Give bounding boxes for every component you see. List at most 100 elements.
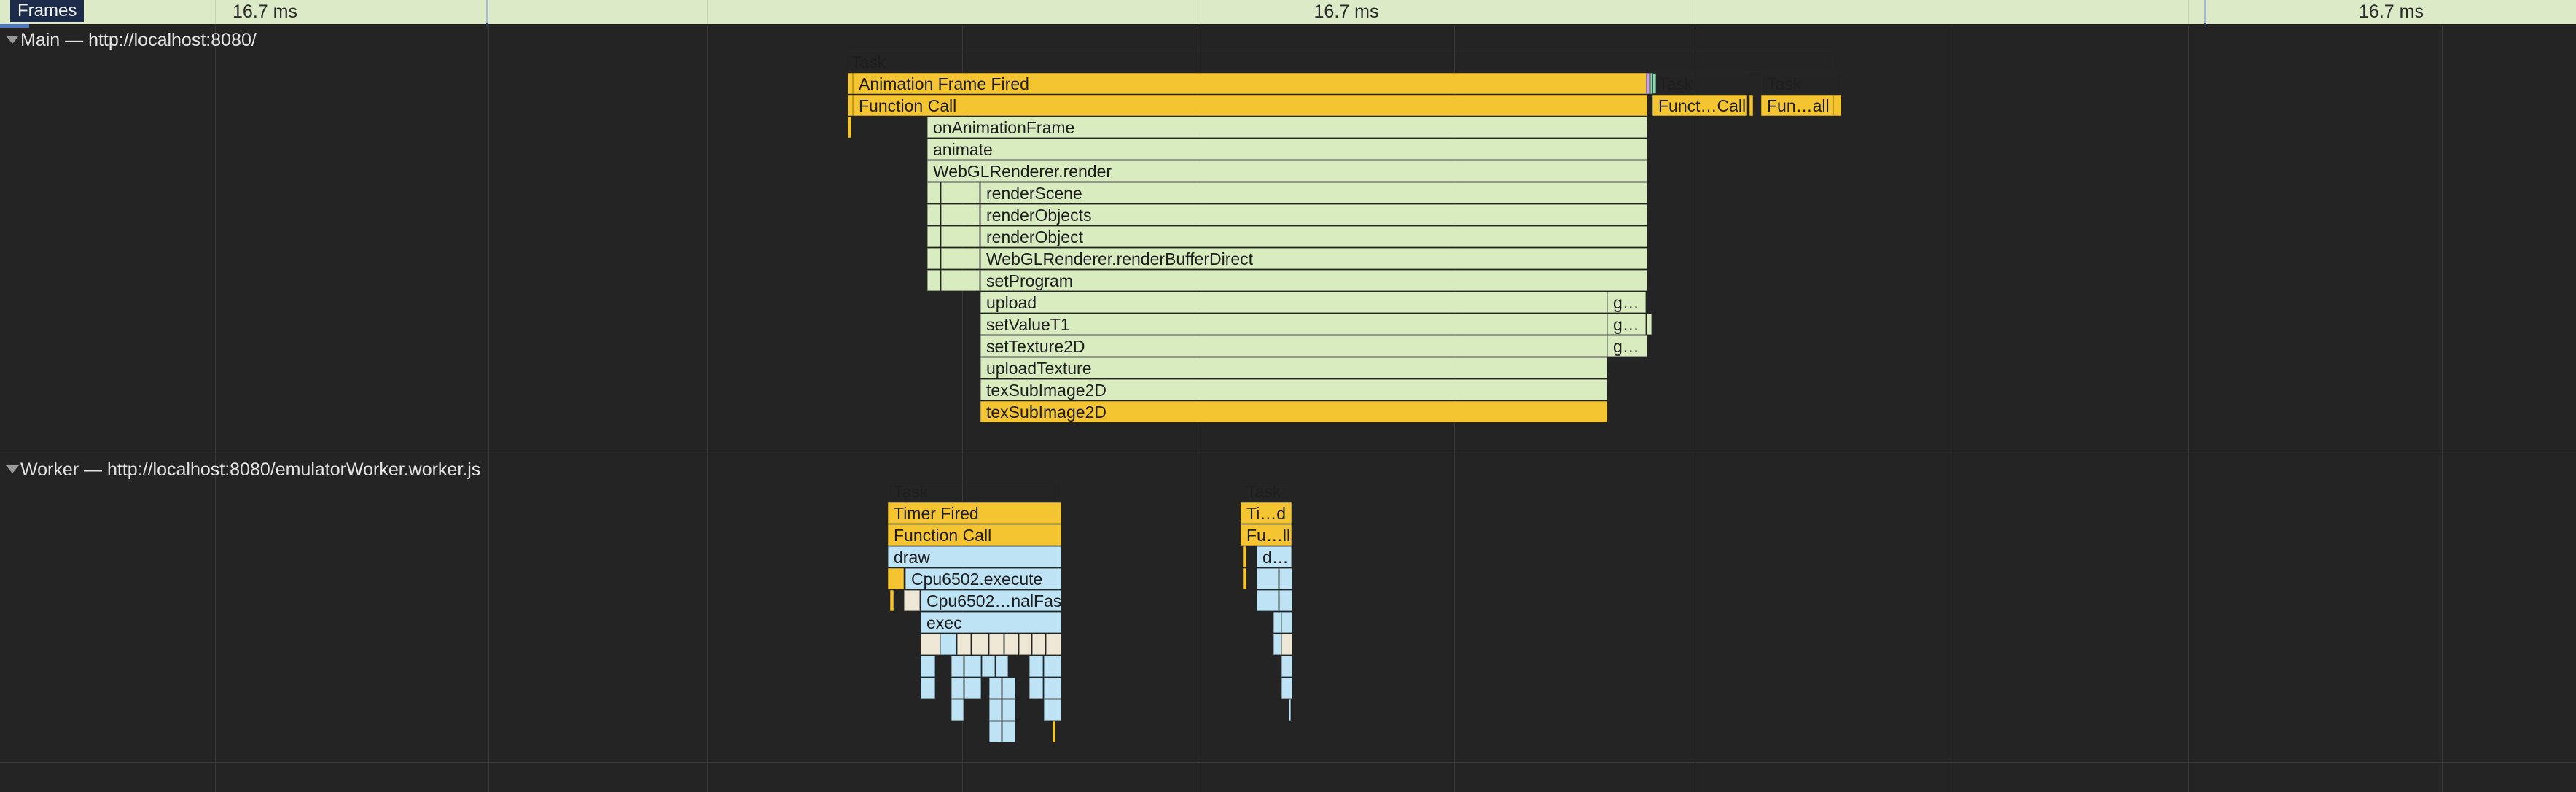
- flame-bar-sliver[interactable]: [1044, 656, 1061, 677]
- track-header-main[interactable]: Main — http://localhost:8080/: [0, 28, 257, 53]
- flame-bar-sliver[interactable]: [1647, 314, 1652, 335]
- flame-bar-sliver[interactable]: [972, 634, 988, 655]
- flame-bar[interactable]: exec: [921, 612, 1061, 633]
- flame-bar-sliver[interactable]: [1032, 634, 1045, 655]
- flame-bar-sliver[interactable]: [941, 204, 980, 225]
- flame-bar-sliver[interactable]: [848, 95, 853, 116]
- flame-bar-sliver[interactable]: [1044, 699, 1061, 721]
- flame-bar-sliver[interactable]: [964, 656, 981, 677]
- flame-bar-sliver[interactable]: [1257, 590, 1279, 611]
- flame-bar[interactable]: Function Call: [853, 95, 1647, 116]
- flame-bar[interactable]: setProgram: [980, 270, 1647, 291]
- flame-bar[interactable]: draw: [888, 546, 1061, 567]
- flame-bar-sliver[interactable]: [1046, 634, 1061, 655]
- flame-bar[interactable]: Timer Fired: [888, 502, 1061, 524]
- flame-bar-sliver[interactable]: [951, 678, 964, 699]
- flame-bar-sliver[interactable]: [1002, 699, 1015, 721]
- flame-bar-sliver[interactable]: [1749, 95, 1753, 116]
- flame-bar-sliver[interactable]: [996, 656, 1008, 677]
- flame-bar[interactable]: uploadTexture: [980, 357, 1607, 378]
- flame-bar[interactable]: texSubImage2D: [980, 401, 1607, 422]
- flame-bar-sliver[interactable]: [1243, 546, 1246, 567]
- flame-bar[interactable]: WebGLRenderer.render: [927, 160, 1647, 182]
- flame-bar-sliver[interactable]: [1243, 568, 1246, 589]
- flame-bar-sliver[interactable]: [941, 248, 980, 269]
- flame-bar[interactable]: Function Call: [888, 524, 1061, 546]
- flame-bar-sliver[interactable]: [1279, 568, 1292, 589]
- flame-bar[interactable]: Cpu6502.execute: [905, 568, 1061, 589]
- flame-bar-sliver[interactable]: [1004, 634, 1018, 655]
- flame-bar[interactable]: renderObject: [980, 226, 1647, 247]
- flame-bar[interactable]: Fu…ll: [1241, 524, 1292, 546]
- flame-bar-sliver[interactable]: [1273, 612, 1281, 633]
- flame-bar-sliver[interactable]: [1289, 699, 1291, 721]
- flame-bar[interactable]: animate: [927, 139, 1647, 160]
- flame-bar-sliver[interactable]: [989, 699, 1002, 721]
- flame-bar-sliver[interactable]: [1257, 568, 1279, 589]
- flame-bar[interactable]: Task: [1761, 73, 1841, 94]
- chevron-down-icon[interactable]: [6, 465, 19, 473]
- flame-bar-sliver[interactable]: [1281, 678, 1292, 699]
- flame-bar-sliver[interactable]: [957, 634, 971, 655]
- flame-bar-sliver[interactable]: [1002, 678, 1015, 699]
- track-header-worker[interactable]: Worker — http://localhost:8080/emulatorW…: [0, 457, 480, 482]
- flame-bar-sliver[interactable]: [921, 634, 940, 655]
- flame-bar-sliver[interactable]: [1830, 95, 1834, 116]
- flame-bar-sliver[interactable]: [941, 270, 980, 291]
- flame-bar[interactable]: g…: [1607, 335, 1647, 357]
- flame-bar-sliver[interactable]: [941, 226, 980, 247]
- flame-bar-sliver[interactable]: [989, 634, 1004, 655]
- flame-bar[interactable]: Task: [846, 51, 1833, 72]
- flame-bar-sliver[interactable]: [1279, 590, 1292, 611]
- flame-bar-sliver[interactable]: [927, 226, 940, 247]
- flame-bar[interactable]: d…: [1257, 546, 1292, 567]
- flame-bar-sliver[interactable]: [940, 634, 956, 655]
- flame-bar[interactable]: Task: [888, 481, 1061, 502]
- flame-bar-sliver[interactable]: [921, 678, 935, 699]
- flame-bar-sliver[interactable]: [927, 182, 940, 203]
- flame-bar-sliver[interactable]: [951, 656, 964, 677]
- frames-track-label[interactable]: Frames: [10, 0, 85, 22]
- flame-bar[interactable]: Animation Frame Fired: [853, 73, 1647, 94]
- flame-chart-area[interactable]: Task Animation Frame Fired Function Call on…: [0, 26, 2576, 792]
- flame-bar[interactable]: renderObjects: [980, 204, 1647, 225]
- flame-bar[interactable]: Task: [1652, 73, 1747, 94]
- flame-bar-sliver[interactable]: [1281, 612, 1292, 633]
- flame-bar-sliver[interactable]: [927, 248, 940, 269]
- flame-bar[interactable]: setTexture2D: [980, 335, 1607, 357]
- flame-bar-sliver[interactable]: [890, 590, 894, 611]
- flame-bar[interactable]: texSubImage2D: [980, 379, 1607, 400]
- chevron-down-icon[interactable]: [6, 36, 19, 44]
- flame-bar-sliver[interactable]: [1002, 721, 1015, 742]
- flame-bar-sliver[interactable]: [941, 182, 980, 203]
- flame-bar[interactable]: setValueT1: [980, 314, 1607, 335]
- flame-bar-sliver[interactable]: [921, 656, 935, 677]
- flame-bar[interactable]: Funct…Call: [1652, 95, 1747, 116]
- flame-bar-sliver[interactable]: [848, 73, 853, 94]
- flame-bar-sliver[interactable]: [1646, 73, 1650, 94]
- flame-bar-sliver[interactable]: [1019, 634, 1031, 655]
- flame-bar[interactable]: g…: [1607, 314, 1646, 335]
- flame-bar[interactable]: upload: [980, 292, 1607, 313]
- flame-bar[interactable]: onAnimationFrame: [927, 117, 1647, 138]
- flame-bar-sliver[interactable]: [989, 678, 1002, 699]
- flame-bar-sliver[interactable]: [888, 568, 904, 589]
- flame-bar-sliver[interactable]: [1053, 721, 1055, 742]
- flame-bar[interactable]: Task: [1241, 481, 1292, 502]
- flame-bar[interactable]: Ti…d: [1241, 502, 1292, 524]
- flame-bar-sliver[interactable]: [989, 721, 1002, 742]
- flame-bar-sliver[interactable]: [1281, 656, 1292, 677]
- flame-bar-sliver[interactable]: [1029, 678, 1043, 699]
- flame-bar-sliver[interactable]: [1281, 634, 1292, 655]
- flame-bar-sliver[interactable]: [927, 270, 940, 291]
- flame-bar[interactable]: WebGLRenderer.renderBufferDirect: [980, 248, 1647, 269]
- flame-bar-sliver[interactable]: [1044, 678, 1061, 699]
- flame-bar[interactable]: renderScene: [980, 182, 1647, 203]
- flame-bar[interactable]: Cpu6502…nalFast: [921, 590, 1061, 611]
- flame-bar-sliver[interactable]: [904, 590, 920, 611]
- flame-bar-sliver[interactable]: [964, 678, 981, 699]
- flame-bar-sliver[interactable]: [1273, 634, 1281, 655]
- flame-bar-sliver[interactable]: [927, 204, 940, 225]
- flame-bar-sliver[interactable]: [848, 117, 851, 138]
- flame-bar-sliver[interactable]: [951, 699, 964, 721]
